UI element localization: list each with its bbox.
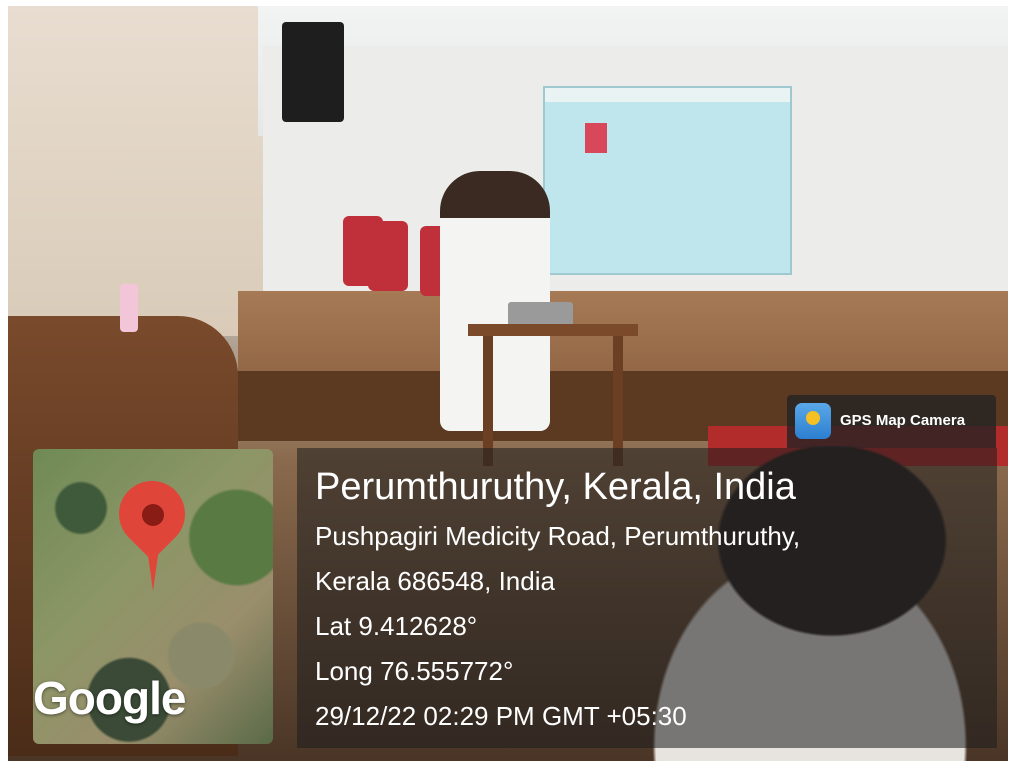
speaker <box>282 22 344 122</box>
address-line-1: Pushpagiri Medicity Road, Perumthuruthy, <box>315 521 801 551</box>
map-thumbnail: Google <box>33 449 273 744</box>
gps-map-camera-icon <box>795 403 831 439</box>
google-logo: Google <box>33 672 186 724</box>
location-title: Perumthuruthy, Kerala, India <box>315 466 796 508</box>
chair <box>368 221 408 291</box>
sanitizer-bottle <box>120 284 138 332</box>
map-pin-dot <box>142 504 164 526</box>
address-line-2: Kerala 686548, India <box>315 566 555 596</box>
latitude: Lat 9.412628° <box>315 611 478 641</box>
datetime: 29/12/22 02:29 PM GMT +05:30 <box>315 701 687 731</box>
projection-screen <box>543 86 792 275</box>
gps-badge: GPS Map Camera <box>787 395 996 448</box>
gps-badge-label: GPS Map Camera <box>840 412 966 429</box>
longitude: Long 76.555772° <box>315 656 514 686</box>
